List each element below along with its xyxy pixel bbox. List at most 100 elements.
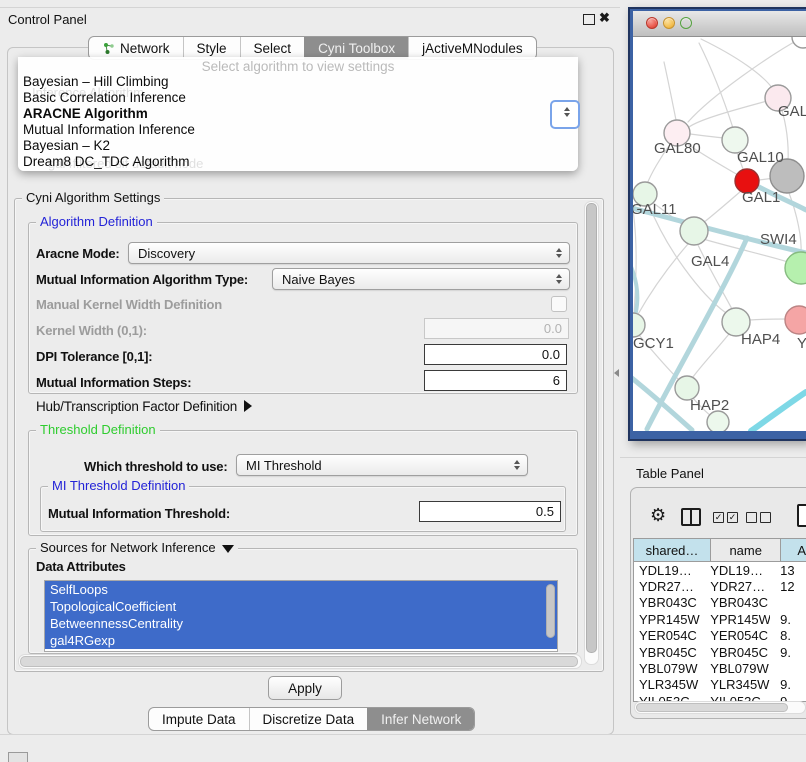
deselect-all-checkbox-icon[interactable] — [760, 512, 771, 523]
select-all-checkbox-icon[interactable]: ✓ — [727, 512, 738, 523]
column-header-partial[interactable]: A — [781, 539, 806, 561]
network-edge — [750, 319, 786, 320]
data-attribute-item[interactable]: gal4RGexp — [45, 632, 557, 649]
split-view-icon[interactable] — [681, 508, 701, 526]
data-attributes-list[interactable]: SelfLoopsTopologicalCoefficientBetweenne… — [44, 580, 558, 652]
algorithm-option[interactable]: Mutual Information Inference — [21, 122, 575, 138]
table-row[interactable]: YLR345WYLR345W9. — [634, 677, 806, 693]
application-window: Control Panel ✖ Network Style Select Cyn… — [0, 0, 806, 762]
tab-select[interactable]: Select — [240, 37, 305, 59]
mi-threshold-group-title: MI Threshold Definition — [48, 479, 189, 493]
sources-group-toggle[interactable]: Sources for Network Inference — [36, 541, 238, 555]
table-hscrollbar-thumb[interactable] — [636, 703, 788, 712]
data-attribute-item[interactable]: TopologicalCoefficient — [45, 598, 557, 615]
network-edge — [690, 134, 723, 138]
threshold-definition-title: Threshold Definition — [36, 423, 160, 437]
node-label: HAP2 — [690, 397, 729, 414]
tab-style[interactable]: Style — [183, 37, 240, 59]
table-cell: YBR045C — [705, 645, 770, 660]
table-row[interactable]: YBL079WYBL079W — [634, 660, 806, 676]
minimized-widget-icon[interactable] — [8, 752, 28, 762]
network-window-titlebar[interactable] — [633, 11, 806, 37]
dropdown-placeholder: Select algorithm to view settings — [18, 59, 578, 74]
tab-jactivemnodules-label: jActiveMNodules — [422, 41, 523, 56]
attributes-list-scrollbar-thumb[interactable] — [546, 584, 555, 638]
new-table-icon[interactable] — [797, 504, 806, 527]
aracne-mode-label: Aracne Mode: — [36, 246, 120, 261]
table-cell: YDR27… — [705, 579, 770, 594]
cyni-settings-title: Cyni Algorithm Settings — [22, 191, 164, 205]
column-header-name[interactable]: name — [711, 539, 781, 561]
zoom-window-icon[interactable] — [680, 17, 692, 29]
network-node[interactable] — [707, 411, 729, 431]
algorithm-option[interactable]: ARACNE Algorithm — [21, 106, 575, 122]
kernel-width-field[interactable]: 0.0 — [424, 318, 569, 339]
table-row[interactable]: YPR145WYPR145W9. — [634, 611, 806, 627]
mi-steps-field[interactable]: 6 — [424, 370, 567, 391]
tab-jactivemnodules[interactable]: jActiveMNodules — [408, 37, 536, 59]
network-node[interactable] — [785, 306, 806, 334]
settings-vscrollbar-thumb[interactable] — [586, 203, 597, 653]
node-label: GAL80 — [654, 140, 701, 157]
float-panel-icon[interactable] — [583, 14, 595, 25]
dpi-tolerance-label: DPI Tolerance [0,1]: — [36, 349, 152, 364]
expand-right-icon — [244, 400, 252, 412]
apply-button[interactable]: Apply — [268, 676, 342, 700]
data-attribute-item[interactable]: SelfLoops — [45, 581, 557, 598]
network-node[interactable] — [785, 252, 806, 284]
select-all-checkbox-icon[interactable]: ✓ — [713, 512, 724, 523]
mi-threshold-label: Mutual Information Threshold: — [48, 506, 230, 521]
node-label: GAL11 — [633, 201, 677, 218]
network-node[interactable] — [633, 313, 645, 337]
hub-section-toggle[interactable]: Hub/Transcription Factor Definition — [36, 399, 252, 414]
node-label: HAP4 — [741, 331, 780, 348]
tab-network[interactable]: Network — [89, 37, 183, 59]
which-threshold-value: MI Threshold — [246, 458, 322, 473]
table-row[interactable]: YDL19…YDL19…13 — [634, 562, 806, 578]
manual-kernel-width-checkbox[interactable] — [551, 296, 567, 312]
settings-hscrollbar-thumb[interactable] — [20, 656, 578, 667]
panel-collapse-arrow-icon[interactable] — [614, 369, 619, 377]
table-panel-title: Table Panel — [636, 466, 704, 481]
table-cell: YDL19… — [634, 563, 705, 578]
table-cell: YDR27… — [634, 579, 705, 594]
which-threshold-combo[interactable]: MI Threshold — [236, 454, 528, 476]
network-canvas[interactable]: GAL7GAL80GAL10GAL1GAL11GAL4SWI4GCY1HAP4Y… — [633, 37, 806, 431]
aracne-mode-combo[interactable]: Discovery — [128, 242, 570, 264]
combo-stepper-icon — [556, 248, 562, 258]
data-attribute-item[interactable]: BetweennessCentrality — [45, 615, 557, 632]
table-cell: 9. — [770, 645, 806, 660]
collapse-down-icon — [222, 545, 234, 553]
deselect-all-checkbox-icon[interactable] — [746, 512, 757, 523]
tab-impute-data[interactable]: Impute Data — [149, 708, 249, 730]
close-panel-icon[interactable]: ✖ — [599, 10, 610, 26]
network-node[interactable] — [792, 37, 806, 48]
hub-section-label: Hub/Transcription Factor Definition — [36, 399, 237, 414]
node-table[interactable]: shared… name A YDL19…YDL19…13YDR27…YDR27… — [633, 538, 806, 702]
tab-cyni-toolbox[interactable]: Cyni Toolbox — [304, 37, 408, 59]
data-attributes-label: Data Attributes — [36, 559, 126, 574]
column-header-shared-name[interactable]: shared… — [634, 539, 711, 561]
table-row[interactable]: YER054CYER054C8. — [634, 628, 806, 644]
network-node[interactable] — [680, 217, 708, 245]
algorithm-option[interactable]: Bayesian – Hill Climbing — [21, 74, 575, 90]
settings-gear-icon[interactable]: ⚙ — [650, 505, 666, 526]
tab-discretize-data[interactable]: Discretize Data — [249, 708, 368, 730]
mi-threshold-field[interactable]: 0.5 — [419, 501, 561, 522]
tab-infer-network[interactable]: Infer Network — [367, 708, 474, 730]
tab-discretize-data-label: Discretize Data — [263, 712, 355, 727]
dpi-tolerance-field[interactable]: 0.0 — [424, 344, 567, 365]
mi-algorithm-type-combo[interactable]: Naive Bayes — [272, 268, 570, 290]
minimize-window-icon[interactable] — [663, 17, 675, 29]
algorithm-option[interactable]: Dream8 DC_TDC Algorithm — [21, 154, 575, 170]
algorithm-option[interactable]: Bayesian – K2 — [21, 138, 575, 154]
close-window-icon[interactable] — [646, 17, 658, 29]
table-row[interactable]: YBR043CYBR043C — [634, 595, 806, 611]
node-label: GAL1 — [742, 189, 780, 206]
table-row[interactable]: YBR045CYBR045C9. — [634, 644, 806, 660]
combo-stepper-icon — [556, 274, 562, 284]
table-row[interactable]: YDR27…YDR27…12 — [634, 578, 806, 594]
algorithm-option[interactable]: Basic Correlation Inference — [21, 90, 575, 106]
table-cell: YDL19… — [705, 563, 770, 578]
algorithm-combo-stepper[interactable] — [550, 100, 580, 129]
